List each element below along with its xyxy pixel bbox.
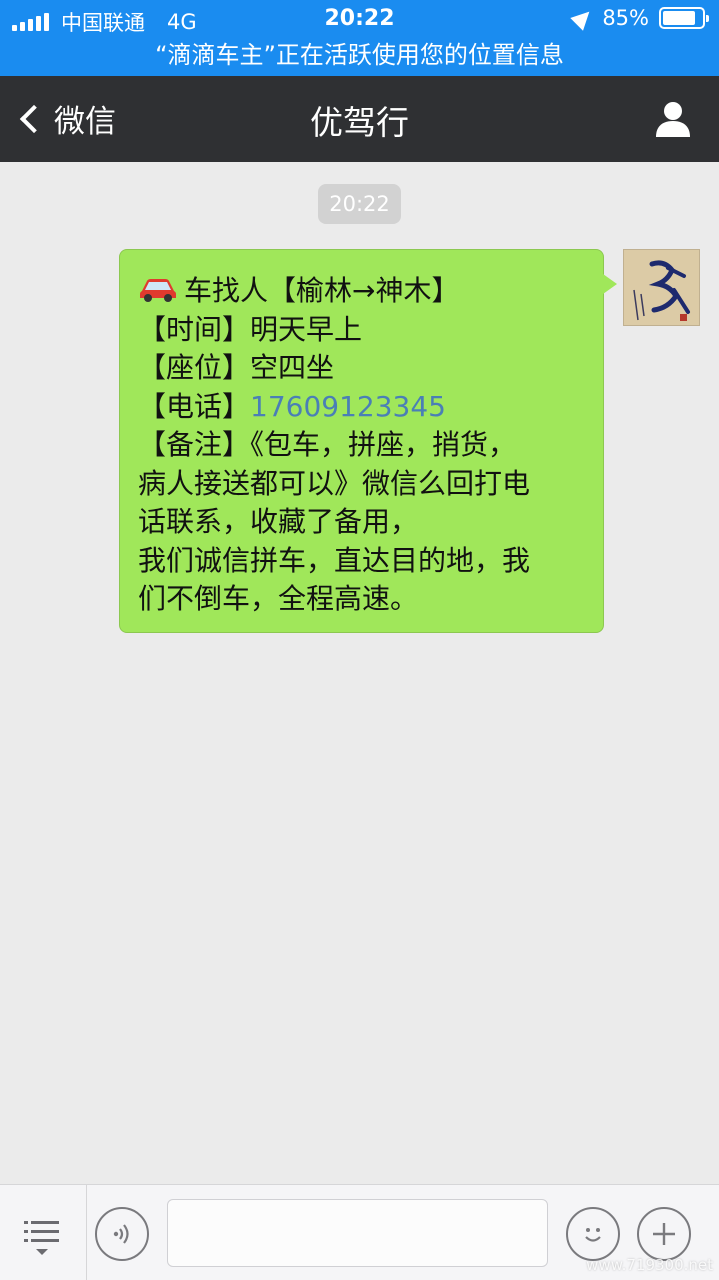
status-bar: 中国联通 4G 20:22 85%	[0, 0, 719, 38]
message-route: 车找人【榆林→神木】	[184, 274, 460, 307]
status-right: 85%	[570, 5, 709, 31]
location-arrow-icon	[570, 5, 597, 31]
message-input[interactable]	[167, 1199, 548, 1267]
watermark: www.719300.net	[586, 1256, 713, 1274]
message-bubble[interactable]: 车找人【榆林→神木】 【时间】明天早上 【座位】空四坐 【电话】17609123…	[119, 249, 617, 633]
more-button[interactable]	[637, 1207, 691, 1261]
person-icon[interactable]	[655, 100, 691, 138]
sender-avatar[interactable]	[623, 249, 700, 326]
chat-title: 优驾行	[310, 103, 409, 142]
message-line-8: 我们诚信拼车，直达目的地，我	[138, 543, 531, 577]
nav-bar: 微信 优驾行	[0, 76, 719, 162]
phone-link[interactable]: 17609123345	[250, 390, 446, 423]
message-line-3: 【座位】空四坐	[138, 351, 335, 384]
message-line-1: 车找人【榆林→神木】	[138, 272, 585, 311]
voice-button[interactable]	[95, 1207, 149, 1261]
message-line-2: 【时间】明天早上	[138, 312, 363, 346]
battery-icon	[659, 7, 709, 29]
message-line-6: 病人接送都可以》微信么回打电	[138, 466, 531, 500]
car-icon	[140, 279, 176, 302]
plus-icon	[653, 1223, 675, 1245]
voice-wave-icon	[113, 1224, 129, 1244]
message-line-4: 【电话】17609123345	[138, 388, 585, 427]
menu-list-icon[interactable]	[20, 1213, 64, 1257]
phone-prefix: 【电话】	[138, 389, 251, 423]
battery-percent: 85%	[602, 6, 649, 30]
location-banner[interactable]: “滴滴车主”正在活跃使用您的位置信息	[0, 38, 719, 76]
message-line-5: 【备注】《包车，拼座，捎货，	[138, 428, 517, 461]
smiley-icon	[585, 1228, 601, 1242]
calligraphy-avatar-image	[624, 250, 699, 325]
input-bar: www.719300.net	[0, 1184, 719, 1280]
message-timestamp: 20:22	[318, 184, 401, 224]
emoji-button[interactable]	[566, 1207, 620, 1261]
chat-area[interactable]: 20:22 车找人【榆林→神木】 【时间】明天早上 【座位】空四坐 【电话】17…	[0, 162, 719, 1184]
input-divider	[86, 1185, 87, 1280]
message-line-9: 们不倒车，全程高速。	[138, 582, 419, 615]
message-line-7: 话联系，收藏了备用，	[138, 505, 419, 538]
